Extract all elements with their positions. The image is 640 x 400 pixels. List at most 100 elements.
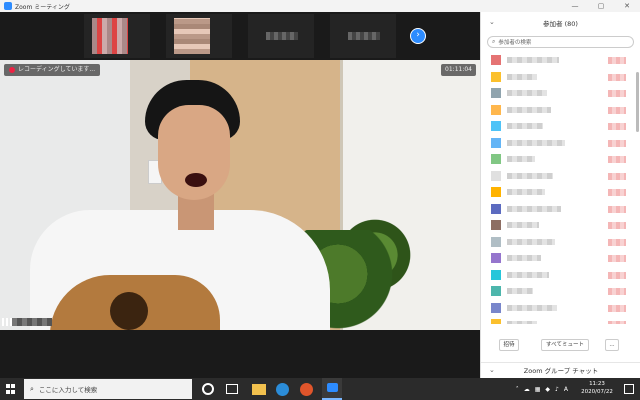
participant-row[interactable]: [481, 201, 640, 218]
taskbar-clock[interactable]: 11:23 2020/07/22: [578, 380, 616, 396]
participant-name: [507, 321, 537, 324]
signal-strength-icon: [2, 318, 12, 326]
participant-name: [507, 189, 545, 196]
participant-name: [507, 238, 555, 245]
participant-row[interactable]: [481, 283, 640, 300]
participant-avatar: [491, 286, 501, 297]
participant-row[interactable]: [481, 135, 640, 152]
participant-status-icon: [608, 222, 626, 229]
participant-thumbnail[interactable]: [330, 14, 396, 58]
zoom-window: Zoom ミーティング — ▢ ✕ › レコーディングしています... 01:1…: [0, 0, 640, 400]
zoom-app-icon: [4, 2, 12, 10]
next-page-icon[interactable]: ›: [410, 28, 426, 44]
participant-status-icon: [608, 238, 626, 246]
search-icon: ⌕: [30, 384, 34, 393]
participant-search[interactable]: ⌕ 参加者の検索: [487, 36, 634, 48]
participant-name: [507, 139, 565, 146]
participant-avatar: [491, 220, 501, 231]
minimize-button[interactable]: —: [562, 0, 588, 12]
meeting-timer: 01:11:04: [441, 64, 476, 76]
participant-name: [507, 106, 551, 113]
speaker-name-label: [12, 318, 52, 326]
participant-avatar: [491, 187, 501, 198]
invite-button[interactable]: 招待: [499, 339, 519, 351]
participant-row[interactable]: [481, 250, 640, 267]
chat-header[interactable]: ⌄ Zoom グループ チャット: [481, 362, 640, 376]
participant-name: [266, 32, 298, 40]
zoom-taskbar-button[interactable]: [322, 378, 342, 400]
mute-all-button[interactable]: すべてミュート: [541, 339, 589, 351]
participant-row[interactable]: [481, 300, 640, 317]
participant-video: [92, 18, 128, 54]
thumbnail-strip: ›: [0, 12, 480, 60]
firefox-icon[interactable]: [300, 383, 313, 396]
clock-date: 2020/07/22: [581, 389, 613, 395]
participant-status-icon: [608, 90, 626, 97]
chevron-down-icon[interactable]: ⌄: [489, 18, 495, 26]
participant-row[interactable]: [481, 184, 640, 201]
windows-start-icon[interactable]: [6, 384, 16, 394]
participant-avatar: [491, 154, 501, 165]
participant-name: [507, 271, 549, 278]
more-options-button[interactable]: ...: [605, 339, 619, 351]
cortana-icon[interactable]: [202, 383, 214, 395]
participant-status-icon: [608, 57, 626, 64]
participant-avatar: [491, 121, 501, 132]
participant-status-icon: [608, 73, 626, 81]
participant-name: [507, 288, 533, 295]
participants-title: 参加者 (80): [543, 20, 578, 28]
participant-name: [507, 205, 561, 212]
network-icon[interactable]: ▦: [535, 386, 541, 393]
participant-name: [507, 73, 537, 80]
participant-row[interactable]: [481, 234, 640, 251]
participant-row[interactable]: [481, 168, 640, 185]
guitar-soundhole: [110, 292, 148, 330]
participant-row[interactable]: [481, 217, 640, 234]
notification-icon[interactable]: [624, 384, 634, 394]
participant-avatar: [491, 319, 501, 324]
windows-taskbar: ⌕ ここに入力して検索 ˄ ☁ ▦ ◆ ♪ A 11:23 2020/07/22: [0, 378, 640, 400]
participant-thumbnail[interactable]: [248, 14, 314, 58]
chevron-down-icon: ⌄: [489, 365, 495, 374]
taskbar-search-box[interactable]: ⌕ ここに入力して検索: [24, 379, 192, 399]
edge-browser-icon[interactable]: [276, 383, 289, 396]
recording-label: レコーディングしています...: [18, 66, 96, 73]
participant-row[interactable]: [481, 52, 640, 69]
volume-icon[interactable]: ♪: [555, 386, 559, 393]
participant-name: [507, 172, 553, 179]
participant-row[interactable]: [481, 267, 640, 284]
participant-list: [481, 52, 640, 324]
dropbox-icon[interactable]: ◆: [545, 386, 550, 393]
participants-header: ⌄ 参加者 (80): [481, 12, 640, 34]
close-button[interactable]: ✕: [614, 0, 640, 12]
maximize-button[interactable]: ▢: [588, 0, 614, 12]
recording-indicator[interactable]: レコーディングしています...: [4, 64, 101, 76]
participant-avatar: [491, 269, 501, 280]
window-title: Zoom ミーティング: [15, 3, 70, 11]
participant-avatar: [491, 236, 501, 247]
chevron-up-icon[interactable]: ˄: [516, 386, 519, 393]
participant-row[interactable]: [481, 118, 640, 135]
search-icon: ⌕: [492, 38, 496, 45]
participant-thumbnail[interactable]: [166, 14, 232, 58]
participant-avatar: [491, 170, 501, 181]
participant-avatar: [491, 302, 501, 313]
participant-row[interactable]: [481, 69, 640, 86]
participant-row[interactable]: [481, 102, 640, 119]
participant-thumbnail[interactable]: [84, 14, 150, 58]
participant-status-icon: [608, 189, 626, 196]
participants-panel: ⌄ 参加者 (80) ⌕ 参加者の検索 招待 すべてミュート ... ⌄ Zoo…: [480, 12, 640, 378]
participant-row[interactable]: [481, 85, 640, 102]
participant-name: [507, 156, 535, 163]
task-view-icon[interactable]: [226, 384, 238, 394]
participant-row[interactable]: [481, 151, 640, 168]
participant-avatar: [491, 71, 501, 82]
record-dot-icon: [9, 67, 15, 73]
participant-name: [507, 304, 557, 311]
participant-status-icon: [608, 156, 626, 163]
video-bottom-area: [0, 330, 480, 378]
participant-row[interactable]: [481, 316, 640, 324]
ime-indicator[interactable]: A: [564, 386, 568, 393]
cloud-icon[interactable]: ☁: [524, 386, 530, 393]
file-explorer-icon[interactable]: [252, 384, 266, 395]
